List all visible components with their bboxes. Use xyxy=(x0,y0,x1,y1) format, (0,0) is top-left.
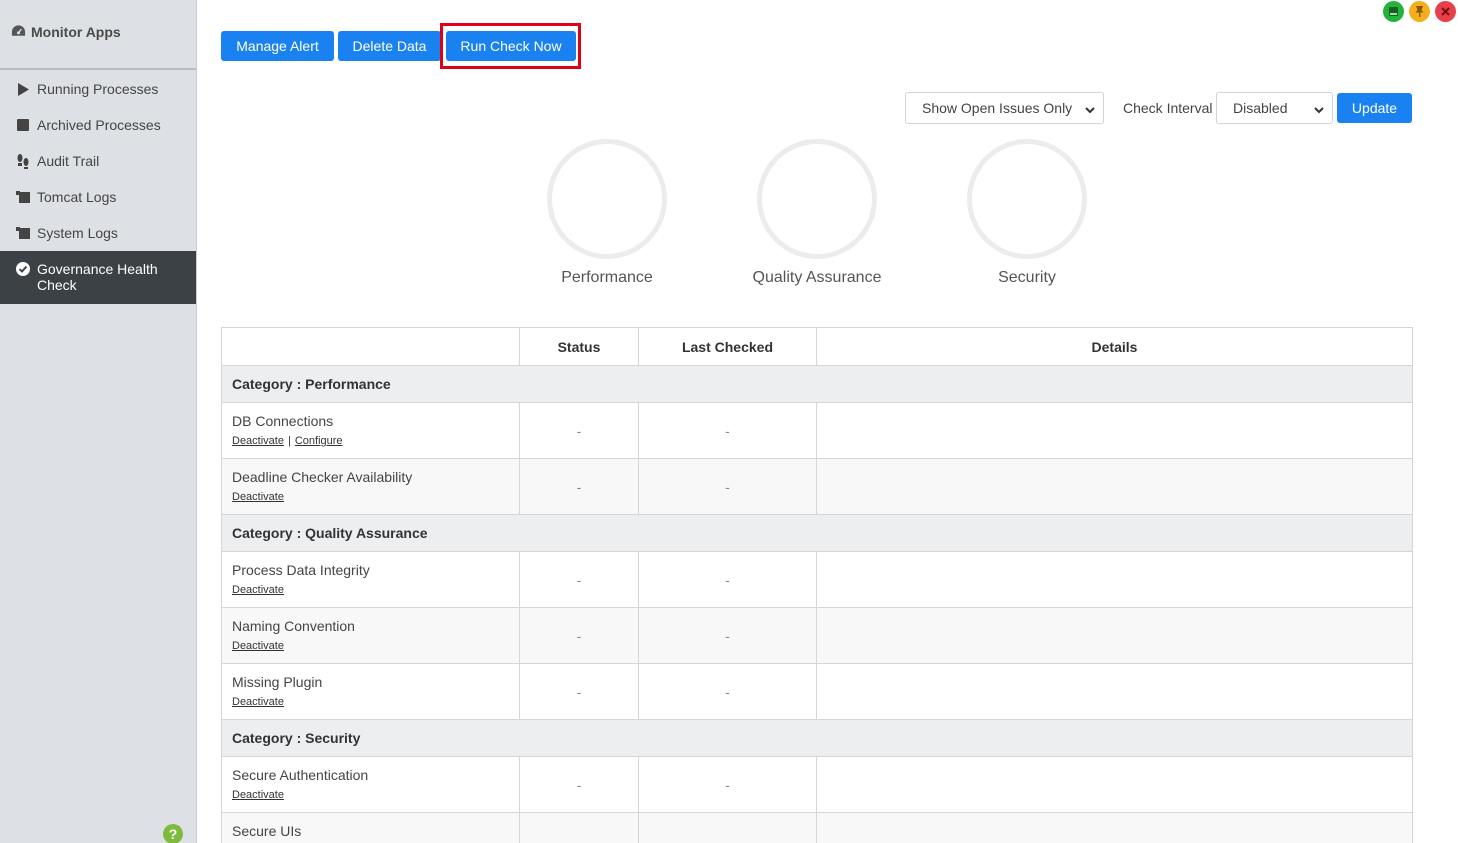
table-row: Missing Plugin Deactivate - - xyxy=(221,663,1413,720)
table-row: Deadline Checker Availability Deactivate… xyxy=(221,458,1413,515)
stop-icon xyxy=(16,118,30,132)
check-name: Process Data Integrity xyxy=(232,562,370,578)
deactivate-link[interactable]: Deactivate xyxy=(232,640,284,652)
update-button[interactable]: Update xyxy=(1337,93,1412,123)
play-icon xyxy=(16,82,30,96)
sidebar-item-archived-processes[interactable]: Archived Processes xyxy=(0,107,196,143)
col-header-status: Status xyxy=(519,327,639,366)
check-name: Missing Plugin xyxy=(232,674,323,690)
quality-assurance-gauge-label: Quality Assurance xyxy=(752,269,882,286)
configure-link[interactable]: Configure xyxy=(295,435,343,447)
scroll-icon xyxy=(16,190,30,204)
quality-assurance-gauge xyxy=(757,139,877,259)
deactivate-link[interactable]: Deactivate xyxy=(232,584,284,596)
last-checked-cell: - xyxy=(638,551,817,608)
close-icon[interactable] xyxy=(1435,1,1456,22)
security-gauge xyxy=(967,139,1087,259)
details-cell xyxy=(816,812,1413,843)
help-icon[interactable]: ? xyxy=(163,824,183,843)
deactivate-link[interactable]: Deactivate xyxy=(232,789,284,801)
category-performance: Category : Performance xyxy=(221,365,1413,403)
performance-gauge xyxy=(547,139,667,259)
delete-data-button[interactable]: Delete Data xyxy=(338,31,441,61)
check-interval-select[interactable]: Disabled xyxy=(1216,92,1333,124)
check-name: Secure Authentication xyxy=(232,767,369,783)
deactivate-link[interactable]: Deactivate xyxy=(232,435,284,447)
deactivate-link[interactable]: Deactivate xyxy=(232,696,284,708)
col-header-last-checked: Last Checked xyxy=(638,327,817,366)
check-name: DB Connections xyxy=(232,413,334,429)
link-separator: | xyxy=(287,435,291,447)
status-cell: - xyxy=(519,402,639,459)
table-row: Process Data Integrity Deactivate - - xyxy=(221,551,1413,608)
details-cell xyxy=(816,402,1413,459)
status-cell xyxy=(519,812,639,843)
sidebar-item-audit-trail[interactable]: Audit Trail xyxy=(0,143,196,179)
details-cell xyxy=(816,551,1413,608)
table-row: Secure Authentication Deactivate - - xyxy=(221,756,1413,813)
last-checked-cell: - xyxy=(638,607,817,664)
health-check-table: Status Last Checked Details Category : P… xyxy=(221,327,1413,843)
status-cell: - xyxy=(519,458,639,515)
manage-alert-button[interactable]: Manage Alert xyxy=(221,31,334,61)
deactivate-link[interactable]: Deactivate xyxy=(232,491,284,503)
category-security: Category : Security xyxy=(221,719,1413,757)
check-circle-icon xyxy=(16,262,30,276)
footprints-icon xyxy=(16,153,30,169)
check-name: Deadline Checker Availability xyxy=(232,469,413,485)
status-cell: - xyxy=(519,756,639,813)
chevron-down-icon xyxy=(1314,102,1324,118)
table-row: Secure UIs xyxy=(221,812,1413,843)
performance-gauge-label: Performance xyxy=(561,269,653,286)
last-checked-cell: - xyxy=(638,458,817,515)
scroll-icon xyxy=(16,226,30,240)
sidebar: Monitor Apps Running Processes Archived … xyxy=(0,0,197,843)
check-name: Naming Convention xyxy=(232,618,355,634)
check-name: Secure UIs xyxy=(232,823,302,839)
last-checked-cell xyxy=(638,812,817,843)
sidebar-item-running-processes[interactable]: Running Processes xyxy=(0,71,196,107)
sidebar-item-tomcat-logs[interactable]: Tomcat Logs xyxy=(0,179,196,215)
details-cell xyxy=(816,756,1413,813)
sidebar-item-governance-health-check[interactable]: Governance Health Check xyxy=(0,251,196,304)
status-cell: - xyxy=(519,663,639,720)
issues-filter-select[interactable]: Show Open Issues Only xyxy=(905,92,1104,124)
pin-icon[interactable] xyxy=(1409,1,1430,22)
security-gauge-label: Security xyxy=(998,269,1056,286)
check-interval-label: Check Interval xyxy=(1123,100,1213,116)
last-checked-cell: - xyxy=(638,756,817,813)
dashboard-icon xyxy=(11,24,26,41)
col-header-details: Details xyxy=(816,327,1413,366)
details-cell xyxy=(816,663,1413,720)
sidebar-item-system-logs[interactable]: System Logs xyxy=(0,215,196,251)
details-cell xyxy=(816,458,1413,515)
last-checked-cell: - xyxy=(638,402,817,459)
table-row: DB Connections Deactivate | Configure - - xyxy=(221,402,1413,459)
highlight-box xyxy=(440,23,581,69)
sidebar-title: Monitor Apps xyxy=(0,0,196,70)
status-cell: - xyxy=(519,607,639,664)
details-cell xyxy=(816,607,1413,664)
table-row: Naming Convention Deactivate - - xyxy=(221,607,1413,664)
chevron-down-icon xyxy=(1085,102,1095,118)
col-header-name xyxy=(221,327,520,366)
last-checked-cell: - xyxy=(638,663,817,720)
category-quality-assurance: Category : Quality Assurance xyxy=(221,514,1413,552)
status-cell: - xyxy=(519,551,639,608)
minimize-icon[interactable] xyxy=(1383,1,1404,22)
